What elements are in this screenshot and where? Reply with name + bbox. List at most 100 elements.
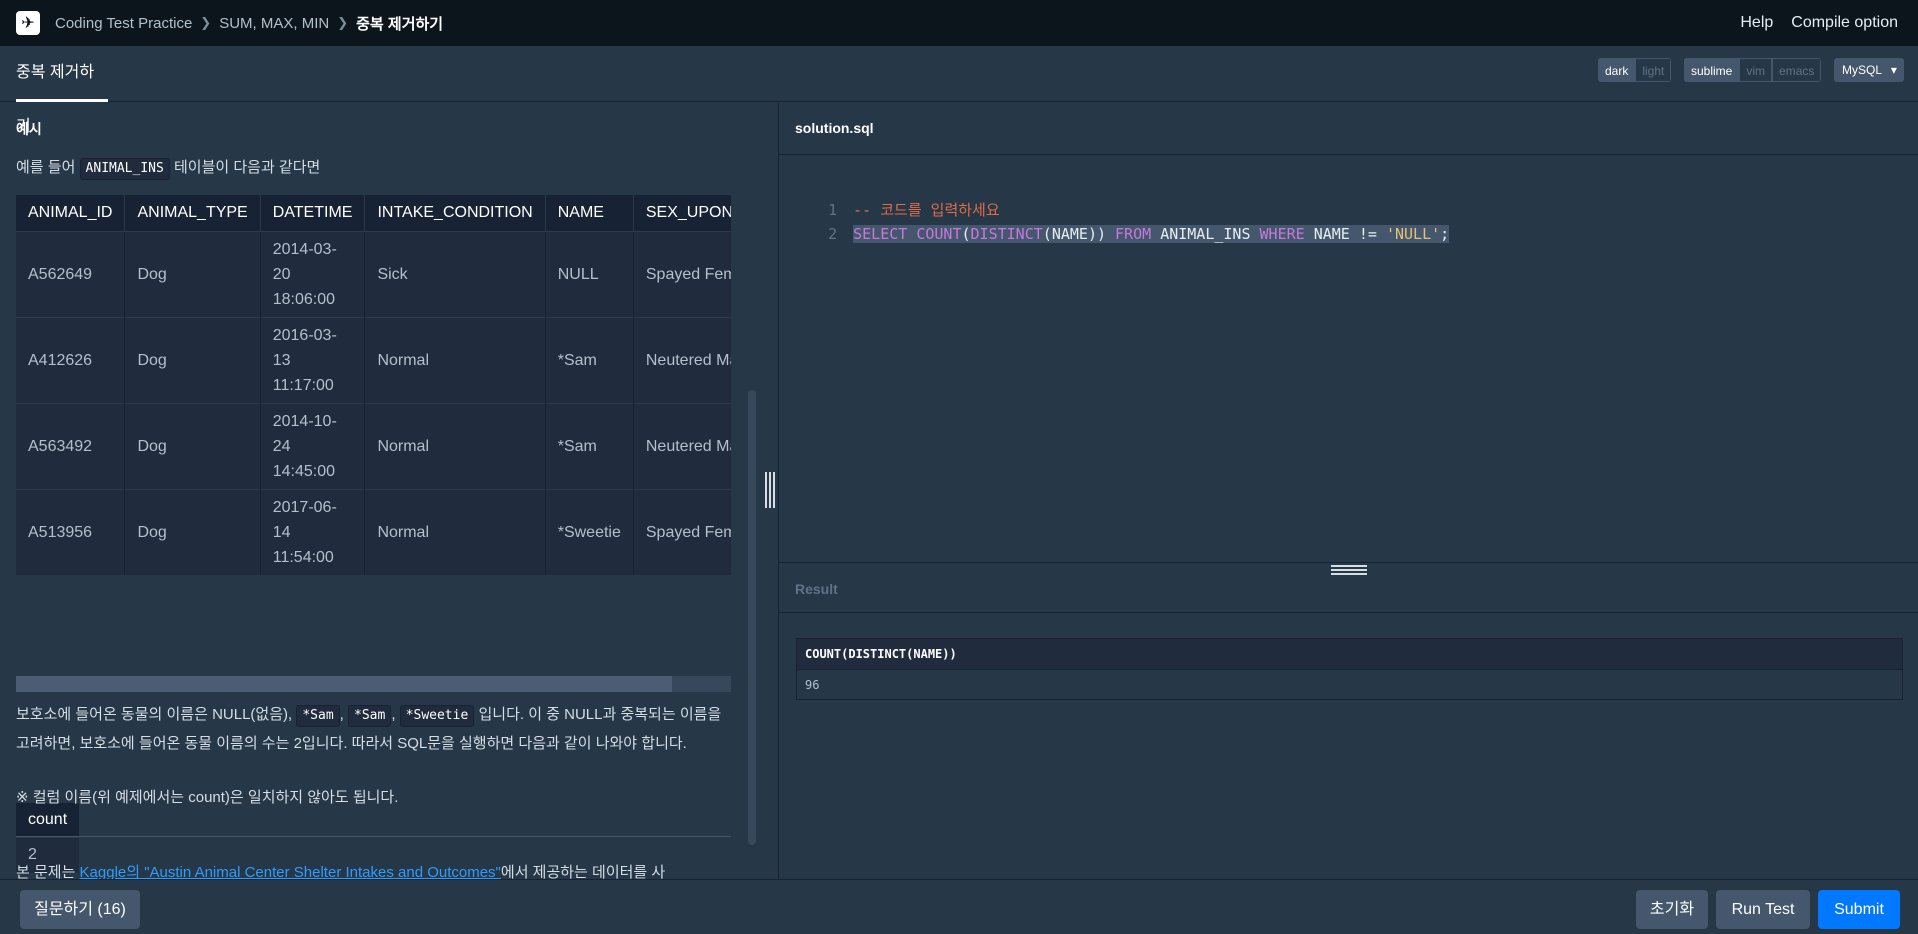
table-cell: Normal <box>364 316 546 403</box>
help-link[interactable]: Help <box>1740 14 1773 32</box>
keymap-toggle: sublime vim emacs <box>1684 58 1822 82</box>
result-column-header: COUNT(DISTINCT(NAME)) <box>797 639 1902 669</box>
section-title: 예시 <box>16 121 42 137</box>
chevron-right-icon: ❯ <box>337 15 349 30</box>
line-number: 2 <box>828 225 838 243</box>
code-token: != <box>1358 225 1377 243</box>
column-header: INTAKE_CONDITION <box>364 195 546 231</box>
keymap-emacs-button[interactable]: emacs <box>1772 58 1822 82</box>
divider <box>16 836 731 837</box>
theme-dark-button[interactable]: dark <box>1598 58 1636 82</box>
code-token: SELECT <box>853 225 908 243</box>
table-cell: NULL <box>545 230 634 317</box>
keymap-vim-button[interactable]: vim <box>1739 58 1773 82</box>
table-header-row: ANIMAL_ID ANIMAL_TYPE DATETIME INTAKE_CO… <box>16 195 731 231</box>
code-line[interactable]: 2 SELECT COUNT(DISTINCT(NAME)) FROM ANIMA… <box>779 198 1450 243</box>
explanation-part: 보호소에 들어온 동물의 이름은 NULL(없음), <box>16 706 293 723</box>
compile-option-link[interactable]: Compile option <box>1791 14 1898 32</box>
table-cell: Dog <box>124 316 261 403</box>
inline-code: *Sweetie <box>399 705 475 727</box>
result-value: 96 <box>797 669 1902 699</box>
code-token: ) <box>1087 225 1097 243</box>
table-cell: *Sweetie <box>545 488 634 575</box>
reset-button[interactable]: 초기화 <box>1636 890 1708 929</box>
language-select[interactable]: MySQL ▾ <box>1834 58 1904 82</box>
result-header: Result <box>779 563 1918 613</box>
source-text: 본 문제는 Kaggle의 "Austin Animal Center Shel… <box>16 858 665 879</box>
table-cell: Dog <box>124 402 261 489</box>
kaggle-dataset-link[interactable]: Kaggle의 "Austin Animal Center Shelter In… <box>80 864 501 879</box>
table-cell: A562649 <box>16 230 126 317</box>
code-token: COUNT <box>916 225 962 243</box>
source-prefix: 본 문제는 <box>16 864 76 879</box>
table-cell: *Sam <box>545 402 634 489</box>
tab-problem[interactable]: 중복 제거하기 <box>16 46 108 135</box>
table-horizontal-scrollbar[interactable] <box>16 676 731 692</box>
table-cell: 2017-06-14 11:54:00 <box>260 488 366 575</box>
table-cell: Dog <box>124 230 261 317</box>
code-token: 'NULL' <box>1385 225 1441 243</box>
description-scrollbar[interactable] <box>748 390 756 845</box>
breadcrumb: Coding Test Practice ❯ SUM, MAX, MIN ❯ 중… <box>55 13 443 34</box>
code-token: ; <box>1440 225 1450 243</box>
table-cell: Spayed Female <box>633 230 731 317</box>
explanation-part: 합니다. <box>641 735 687 752</box>
chevron-down-icon: ▾ <box>1890 63 1897 77</box>
table-cell: 2014-03-20 18:06:00 <box>260 230 366 317</box>
table-cell: Sick <box>364 230 546 317</box>
example-table-container[interactable]: ANIMAL_ID ANIMAL_TYPE DATETIME INTAKE_CO… <box>16 195 731 676</box>
top-nav: ✈ Coding Test Practice ❯ SUM, MAX, MIN ❯… <box>0 0 1918 46</box>
theme-light-button[interactable]: light <box>1635 58 1672 82</box>
table-cell: 2016-03-13 11:17:00 <box>260 316 366 403</box>
tab-bar: 중복 제거하기 dark light sublime vim emacs MyS… <box>0 46 1918 135</box>
note-text: ※ 컬럼 이름(위 예제에서는 count)은 일치하지 않아도 됩니다. <box>16 789 399 806</box>
code-token: ANIMAL_INS <box>1160 225 1251 243</box>
table-cell: Neutered Male <box>633 402 731 489</box>
run-test-button[interactable]: Run Test <box>1716 890 1810 929</box>
programmers-logo-icon[interactable]: ✈ <box>16 11 40 35</box>
submit-button[interactable]: Submit <box>1818 890 1900 929</box>
language-select-value: MySQL <box>1842 63 1882 77</box>
source-suffix: 에서 제공하는 데이터를 사 <box>500 864 666 879</box>
scrollbar-thumb[interactable] <box>16 676 672 692</box>
pane-resize-handle-icon[interactable] <box>765 472 775 508</box>
code-token: WHERE <box>1259 225 1305 243</box>
breadcrumb-coding-test-practice[interactable]: Coding Test Practice <box>55 15 192 32</box>
code-selected-text: SELECT COUNT(DISTINCT(NAME)) FROM ANIMAL… <box>853 225 1450 243</box>
breadcrumb-current-problem: 중복 제거하기 <box>356 15 444 33</box>
chevron-right-icon: ❯ <box>200 15 212 30</box>
code-editor[interactable]: 1 -- 코드를 입력하세요 2 SELECT COUNT(DISTINCT(NAM… <box>779 156 1918 562</box>
code-token: NAME <box>1313 225 1350 243</box>
column-header: NAME <box>545 195 634 231</box>
editor-filename: solution.sql <box>795 120 874 136</box>
ask-question-button[interactable]: 질문하기 (16) <box>20 890 140 929</box>
keymap-sublime-button[interactable]: sublime <box>1684 58 1740 82</box>
table-cell: Spayed Female <box>633 488 731 575</box>
code-token: ( <box>1042 225 1052 243</box>
table-cell: Normal <box>364 402 546 489</box>
explanation-text: 보호소에 들어온 동물의 이름은 NULL(없음), *Sam, *Sam, *… <box>16 705 722 752</box>
table-cell: 2014-10-24 14:45:00 <box>260 402 366 489</box>
table-row: A513956 Dog 2017-06-14 11:54:00 Normal *… <box>16 488 731 575</box>
breadcrumb-sum-max-min[interactable]: SUM, MAX, MIN <box>219 15 329 32</box>
code-line[interactable]: 1 -- 코드를 입력하세요 <box>779 174 1000 219</box>
result-table: COUNT(DISTINCT(NAME)) 96 <box>796 638 1903 700</box>
table-row: A563492 Dog 2014-10-24 14:45:00 Normal *… <box>16 402 731 489</box>
table-row: A412626 Dog 2016-03-13 11:17:00 Normal *… <box>16 316 731 403</box>
table-cell: A513956 <box>16 488 126 575</box>
code-token: ) <box>1096 225 1106 243</box>
inline-code: ANIMAL_INS <box>79 158 170 180</box>
intro-text: 예를 들어 ANIMAL_INS 테이블이 다음과 같다면 <box>16 153 320 182</box>
table-cell: *Sam <box>545 316 634 403</box>
intro-prefix: 예를 들어 <box>16 159 76 176</box>
column-header: SEX_UPON_INTAKE <box>633 195 731 231</box>
column-header: ANIMAL_ID <box>16 195 126 231</box>
table-cell: A563492 <box>16 402 126 489</box>
